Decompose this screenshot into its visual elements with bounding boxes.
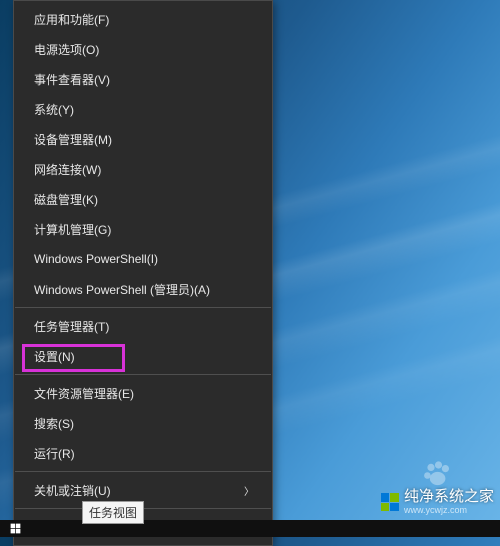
menu-separator — [15, 307, 271, 308]
taskview-tooltip: 任务视图 — [82, 501, 144, 524]
menu-powershell-admin[interactable]: Windows PowerShell (管理员)(A) — [14, 274, 272, 304]
paw-decoration-icon — [422, 459, 452, 489]
taskbar[interactable] — [0, 520, 500, 537]
menu-task-manager[interactable]: 任务管理器(T) — [14, 311, 272, 341]
menu-computer-management[interactable]: 计算机管理(G) — [14, 214, 272, 244]
watermark-url: www.ycwjz.com — [404, 506, 494, 515]
menu-network-connections[interactable]: 网络连接(W) — [14, 154, 272, 184]
watermark: 纯净系统之家 www.ycwjz.com — [381, 489, 494, 515]
menu-powershell[interactable]: Windows PowerShell(I) — [14, 244, 272, 274]
menu-run[interactable]: 运行(R) — [14, 438, 272, 468]
menu-disk-management[interactable]: 磁盘管理(K) — [14, 184, 272, 214]
menu-separator — [15, 374, 271, 375]
start-button[interactable] — [0, 520, 30, 537]
watermark-title: 纯净系统之家 — [404, 489, 494, 504]
menu-event-viewer[interactable]: 事件查看器(V) — [14, 64, 272, 94]
menu-settings[interactable]: 设置(N) — [14, 341, 272, 371]
chevron-right-icon: 〉 — [244, 483, 254, 498]
menu-separator — [15, 471, 271, 472]
menu-device-manager[interactable]: 设备管理器(M) — [14, 124, 272, 154]
menu-apps-features[interactable]: 应用和功能(F) — [14, 4, 272, 34]
watermark-logo-icon — [381, 493, 399, 511]
windows-logo-icon — [10, 524, 20, 534]
menu-system[interactable]: 系统(Y) — [14, 94, 272, 124]
menu-file-explorer[interactable]: 文件资源管理器(E) — [14, 378, 272, 408]
menu-search[interactable]: 搜索(S) — [14, 408, 272, 438]
winx-context-menu: 应用和功能(F) 电源选项(O) 事件查看器(V) 系统(Y) 设备管理器(M)… — [13, 0, 273, 546]
menu-power-options[interactable]: 电源选项(O) — [14, 34, 272, 64]
